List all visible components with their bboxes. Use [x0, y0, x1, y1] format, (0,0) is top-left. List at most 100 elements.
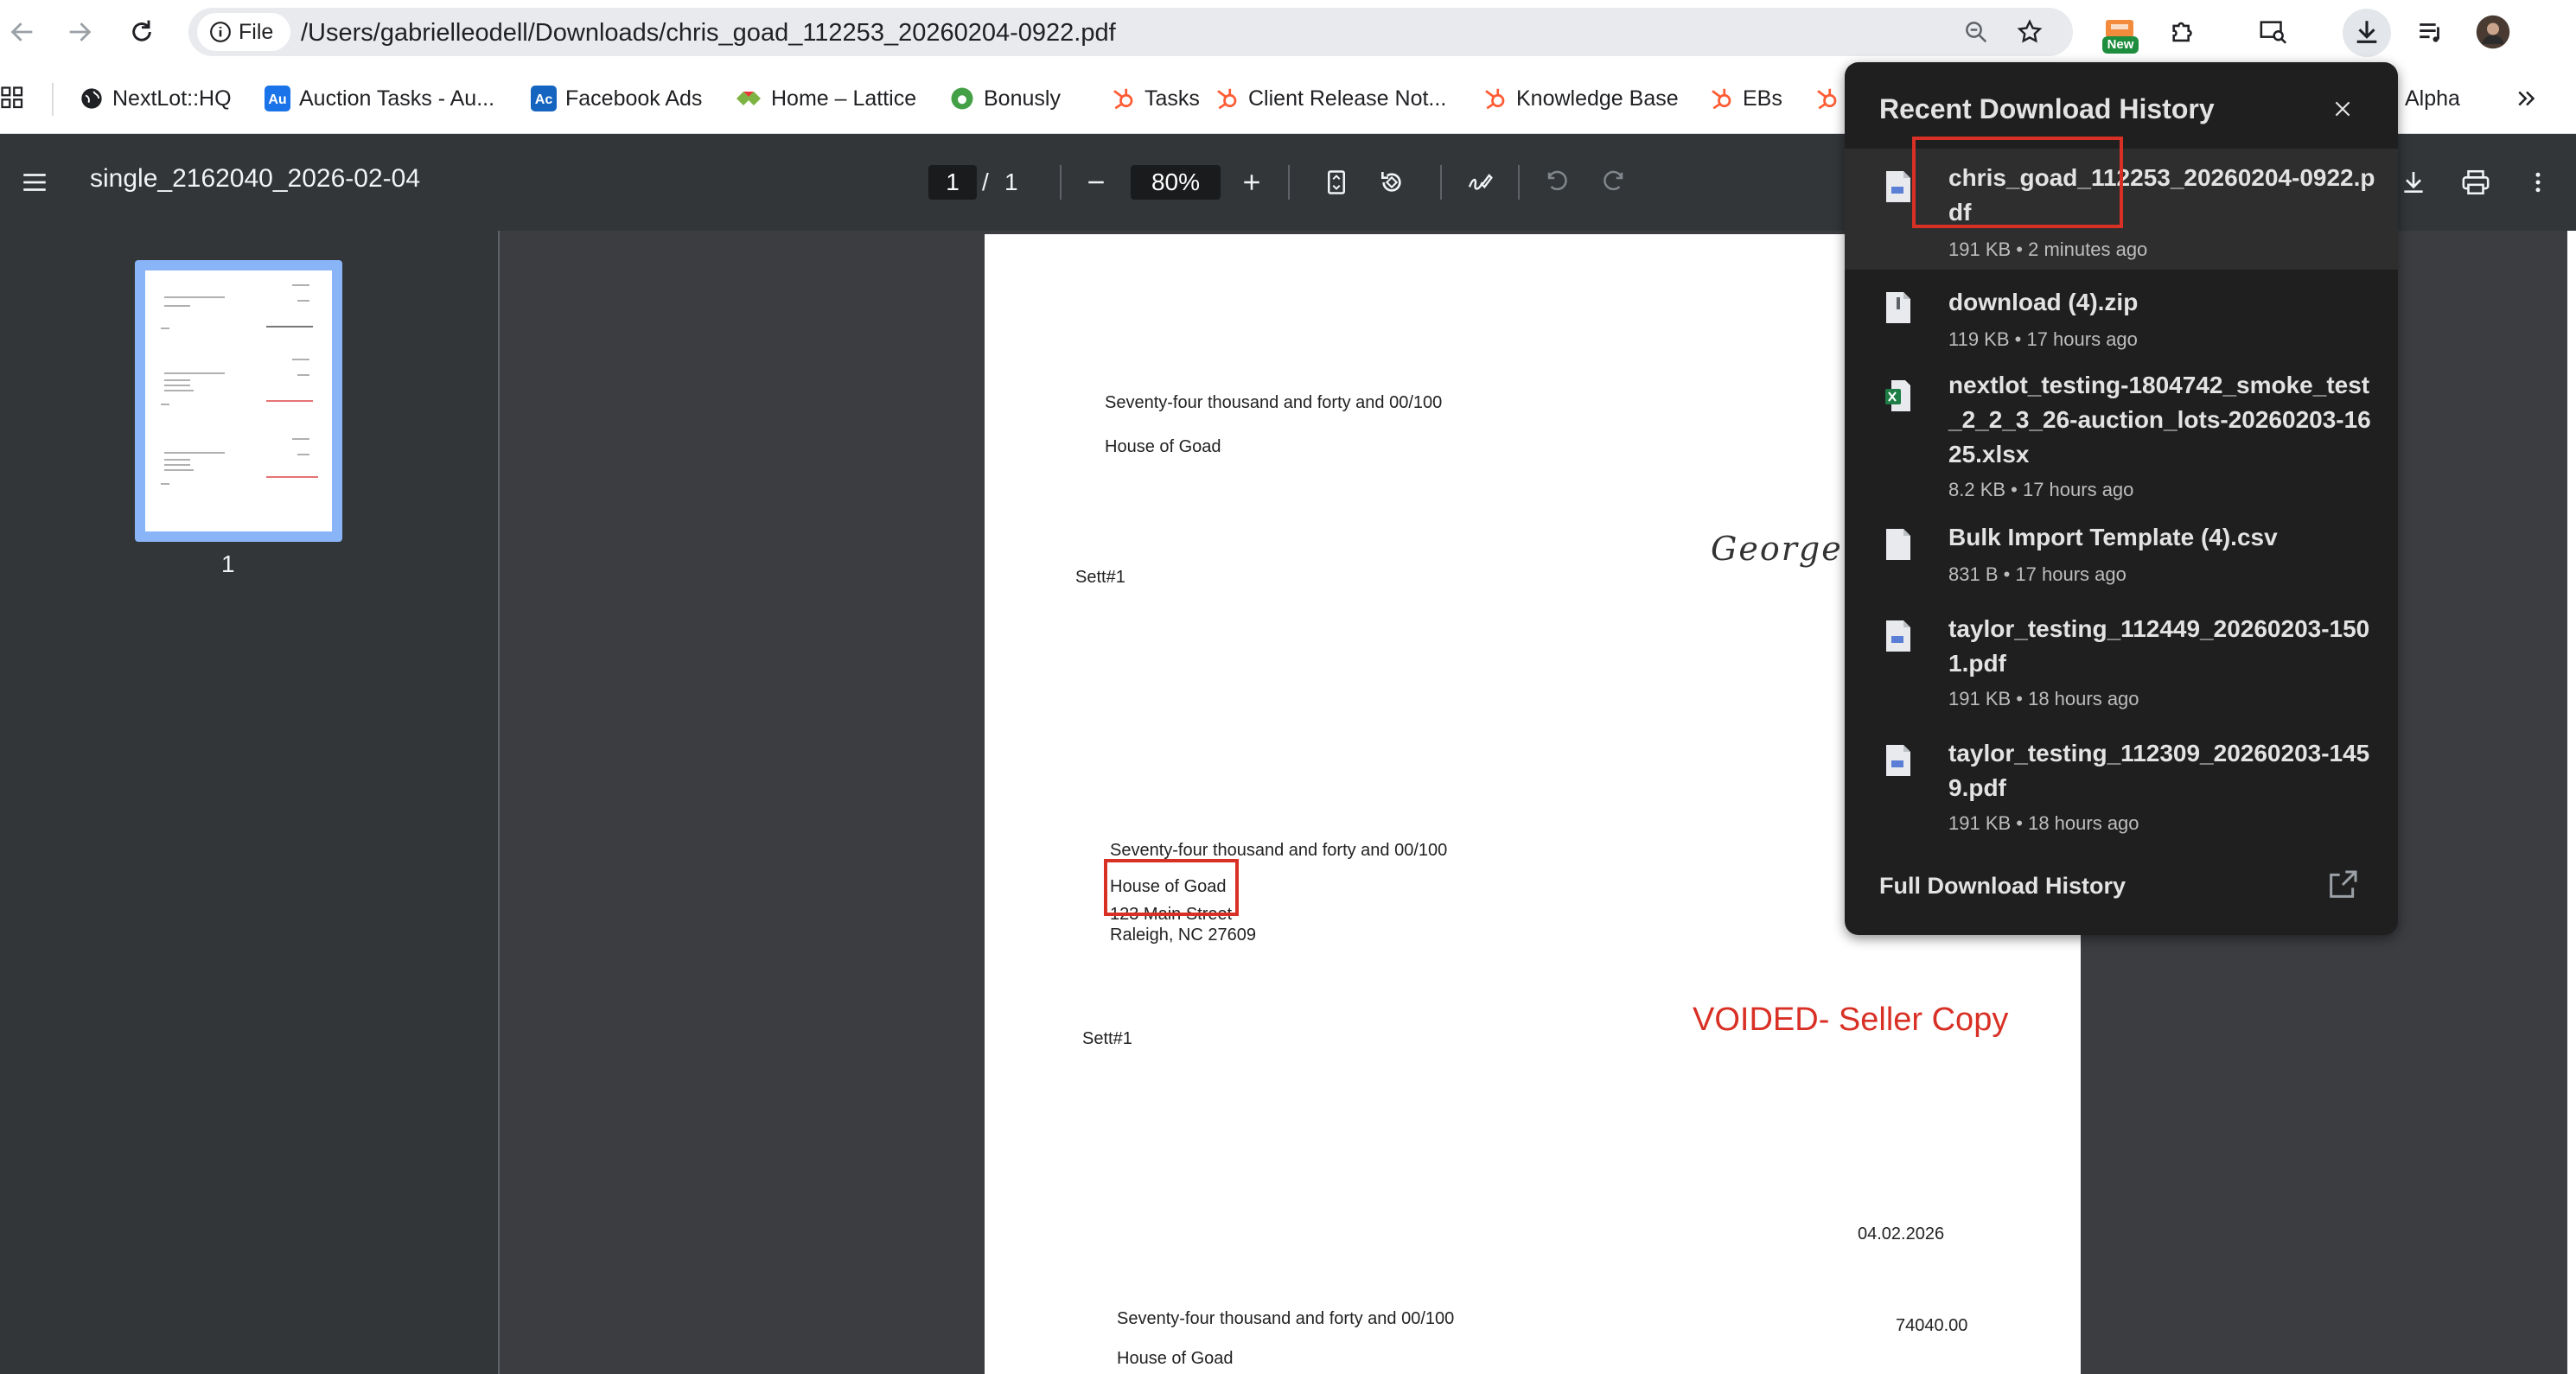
zoom-level-input[interactable]: 80%: [1131, 165, 1221, 200]
back-button[interactable]: [0, 10, 45, 54]
hamburger-menu-icon: [23, 174, 46, 191]
toolbar-divider: [1288, 165, 1290, 200]
highlight-box-filename: [1912, 137, 2123, 228]
download-item[interactable]: nextlot_testing-1804742_smoke_test_2_2_3…: [1845, 359, 2398, 500]
reload-button[interactable]: [119, 10, 164, 54]
download-filename: Bulk Import Template (4).csv: [1948, 524, 2278, 550]
site-info-label: File: [239, 19, 274, 44]
download-filename: taylor_testing_112309_20260203-1459.pdf: [1948, 740, 2370, 801]
download-item[interactable]: download (4).zip 119 KB • 17 hours ago: [1845, 270, 2398, 359]
check-date: 04.02.2026: [1858, 1225, 1945, 1244]
undo-icon: [1547, 170, 1567, 191]
open-external-icon[interactable]: [2325, 868, 2360, 902]
bookmark-bonusly[interactable]: Bonusly: [949, 81, 1061, 116]
apps-grid-icon: [1, 86, 23, 109]
bookmark-tasks[interactable]: Tasks: [1110, 81, 1200, 116]
bookmarks-overflow-button[interactable]: [2514, 81, 2540, 116]
check-amount: 74040.00: [1896, 1316, 1968, 1335]
annotate-button[interactable]: [1459, 162, 1501, 203]
reading-list-button[interactable]: [2410, 11, 2452, 53]
download-meta: 191 KB • 18 hours ago: [1948, 812, 2139, 834]
fit-page-icon: [1328, 170, 1345, 194]
bookmark-nextlot-hq[interactable]: NextLot::HQ: [80, 81, 232, 116]
bookmark-label: Auction Tasks - Au...: [299, 86, 495, 111]
download-item[interactable]: taylor_testing_112449_20260203-1501.pdf …: [1845, 600, 2398, 722]
download-item[interactable]: taylor_testing_112309_20260203-1459.pdf …: [1845, 724, 2398, 847]
page-number-input[interactable]: 1: [928, 165, 977, 200]
screen-search-icon: [2260, 21, 2287, 44]
bookmark-ebs[interactable]: EBs: [1708, 81, 1782, 116]
bookmark-client-release-notes[interactable]: Client Release Not...: [1214, 81, 1446, 116]
redo-button[interactable]: [1592, 162, 1634, 203]
toolbar-divider: [1060, 165, 1062, 200]
amount-in-words: Seventy-four thousand and forty and 00/1…: [1110, 841, 1448, 860]
bookmark-alpha[interactable]: Alpha: [2396, 81, 2460, 116]
bookmark-hubspot-partial[interactable]: [1814, 81, 1840, 116]
bookmark-lattice[interactable]: Home – Lattice: [735, 81, 916, 116]
download-item[interactable]: Bulk Import Template (4).csv 831 B • 17 …: [1845, 512, 2398, 601]
bookmark-label: Home – Lattice: [771, 86, 917, 111]
bookmark-auction-tasks[interactable]: Au Auction Tasks - Au...: [265, 81, 494, 116]
kebab-menu-icon: [2535, 172, 2541, 193]
apps-button[interactable]: [0, 81, 26, 116]
bonusly-icon: [951, 87, 973, 110]
zoom-in-button[interactable]: [1231, 162, 1272, 203]
bookmark-star-button[interactable]: [2012, 15, 2047, 49]
payee-name: House of Goad: [1105, 437, 1221, 456]
toolbar-divider: [1440, 165, 1442, 200]
print-button[interactable]: [2455, 162, 2496, 203]
arrow-right-icon: [69, 22, 92, 41]
amount-in-words: Seventy-four thousand and forty and 00/1…: [1117, 1309, 1455, 1328]
download-meta: 8.2 KB • 17 hours ago: [1948, 479, 2134, 500]
lattice-icon: [736, 92, 761, 105]
ac-icon: Ac: [531, 86, 557, 111]
arrow-left-icon: [10, 22, 33, 41]
excel-file-icon: [1885, 380, 1910, 411]
browser-toolbar: File /Users/gabrielleodell/Downloads/chr…: [0, 0, 2576, 64]
toolbar-divider: [1518, 165, 1520, 200]
download-meta: 191 KB • 2 minutes ago: [1948, 239, 2148, 260]
sidebar-toggle-button[interactable]: [14, 162, 55, 203]
address-bar[interactable]: File /Users/gabrielleodell/Downloads/chr…: [188, 8, 2073, 56]
page-edge: [2567, 231, 2576, 1374]
bookmark-facebook-ads[interactable]: Ac Facebook Ads: [531, 81, 702, 116]
zoom-out-button[interactable]: [1075, 162, 1117, 203]
undo-button[interactable]: [1537, 162, 1578, 203]
rotate-button[interactable]: [1371, 162, 1412, 203]
hubspot-icon: [1817, 88, 1837, 110]
pdf-file-icon: [1886, 745, 1910, 776]
downloads-button[interactable]: [2346, 11, 2388, 53]
au-icon: Au: [265, 86, 290, 111]
double-chevron-right-icon: [2518, 91, 2535, 106]
info-icon: [210, 22, 231, 42]
zoom-indicator[interactable]: [1959, 15, 1993, 49]
bookmarks-separator: [52, 83, 54, 116]
forward-button[interactable]: [57, 10, 102, 54]
bookmark-label: Knowledge Base: [1516, 86, 1679, 111]
cast-search-button[interactable]: [2253, 11, 2294, 53]
close-button[interactable]: [2322, 88, 2363, 130]
pdf-download-button[interactable]: [2393, 162, 2434, 203]
extensions-button[interactable]: [2163, 11, 2204, 53]
download-icon: [2356, 21, 2377, 43]
playlist-icon: [2420, 23, 2439, 42]
csv-file-icon: [1886, 529, 1910, 560]
printer-icon: [2462, 169, 2490, 195]
bookmark-label: EBs: [1743, 86, 1782, 111]
payee-address-line2: Raleigh, NC 27609: [1110, 926, 1256, 945]
url-text[interactable]: /Users/gabrielleodell/Downloads/chris_go…: [301, 19, 1116, 48]
avatar-icon: [2476, 15, 2510, 49]
payee-name: House of Goad: [1117, 1349, 1234, 1368]
more-actions-button[interactable]: [2517, 162, 2559, 203]
page-thumbnail[interactable]: [135, 260, 342, 542]
site-info-chip[interactable]: File: [197, 13, 290, 51]
bookmark-knowledge-base[interactable]: Knowledge Base: [1482, 81, 1679, 116]
thumbnail-page-number: 1: [221, 550, 235, 577]
pdf-file-icon: [1886, 620, 1910, 652]
new-badge: New: [2102, 36, 2139, 54]
full-download-history-link[interactable]: Full Download History: [1879, 873, 2126, 900]
fit-to-page-button[interactable]: [1316, 162, 1357, 203]
memo-text: Sett#1: [1075, 568, 1125, 587]
svg-text:Ac: Ac: [535, 92, 553, 107]
profile-avatar[interactable]: [2472, 11, 2514, 53]
